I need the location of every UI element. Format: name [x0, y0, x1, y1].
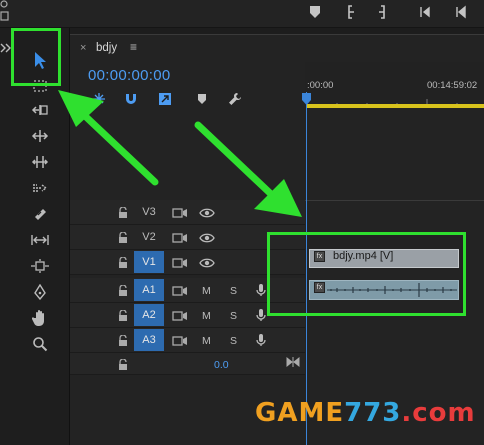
sync-lock-icon[interactable]: [172, 309, 188, 321]
ruler-end-label: 00:14:59:02: [427, 80, 478, 91]
sync-lock-icon[interactable]: [172, 256, 188, 268]
mute-button[interactable]: M: [202, 310, 211, 322]
watermark-logo: GAME773.com: [255, 398, 476, 428]
slip-tool[interactable]: [29, 230, 51, 250]
zoom-tool[interactable]: [29, 334, 51, 354]
track-header-master: [70, 353, 305, 375]
master-volume-value[interactable]: 0.0: [214, 359, 229, 371]
ruler-start-label: :00:00: [307, 80, 334, 91]
sync-lock-icon[interactable]: [172, 231, 188, 243]
highlight-clips: [267, 232, 466, 316]
go-to-end-icon[interactable]: [286, 355, 300, 373]
sync-lock-icon[interactable]: [172, 284, 188, 296]
watermark-part-domain: .com: [401, 398, 476, 428]
watermark-part-number: 773: [344, 398, 402, 428]
mute-button[interactable]: M: [202, 335, 211, 347]
lock-icon[interactable]: [118, 231, 128, 243]
annotation-arrows: [40, 75, 310, 225]
solo-button[interactable]: S: [230, 310, 237, 322]
step-back-icon[interactable]: [452, 5, 470, 21]
go-to-in-icon[interactable]: [418, 5, 436, 21]
lock-icon[interactable]: [118, 358, 128, 370]
top-toolbar: [0, 0, 484, 28]
mark-out-icon[interactable]: [373, 5, 391, 21]
track-label-v1[interactable]: V1: [134, 251, 164, 273]
track-label-a3[interactable]: A3: [134, 329, 164, 351]
lock-icon[interactable]: [118, 334, 128, 346]
ruler-ticks: [306, 94, 484, 107]
marker-icon[interactable]: [306, 5, 324, 21]
track-label-v2[interactable]: V2: [134, 226, 164, 248]
eye-icon[interactable]: [199, 231, 215, 243]
slide-tool[interactable]: [29, 256, 51, 276]
lock-icon[interactable]: [118, 284, 128, 296]
microphone-icon[interactable]: [255, 333, 271, 346]
panel-edge-icons: [0, 0, 12, 28]
sync-lock-icon[interactable]: [172, 334, 188, 346]
solo-button[interactable]: S: [230, 335, 237, 347]
track-label-a1[interactable]: A1: [134, 279, 164, 301]
close-icon[interactable]: ×: [80, 42, 86, 54]
mark-in-icon[interactable]: [342, 5, 360, 21]
mute-button[interactable]: M: [202, 285, 211, 297]
track-label-a2[interactable]: A2: [134, 304, 164, 326]
work-area-bar[interactable]: [307, 104, 484, 108]
lock-icon[interactable]: [118, 309, 128, 321]
hand-tool[interactable]: [29, 308, 51, 328]
sequence-tab[interactable]: bdjy: [96, 42, 117, 54]
eye-icon[interactable]: [199, 256, 215, 268]
solo-button[interactable]: S: [230, 285, 237, 297]
pen-tool[interactable]: [29, 282, 51, 302]
panel-menu-icon[interactable]: ≡: [130, 40, 137, 54]
watermark-part-game: GAME: [255, 398, 345, 428]
lock-icon[interactable]: [118, 256, 128, 268]
